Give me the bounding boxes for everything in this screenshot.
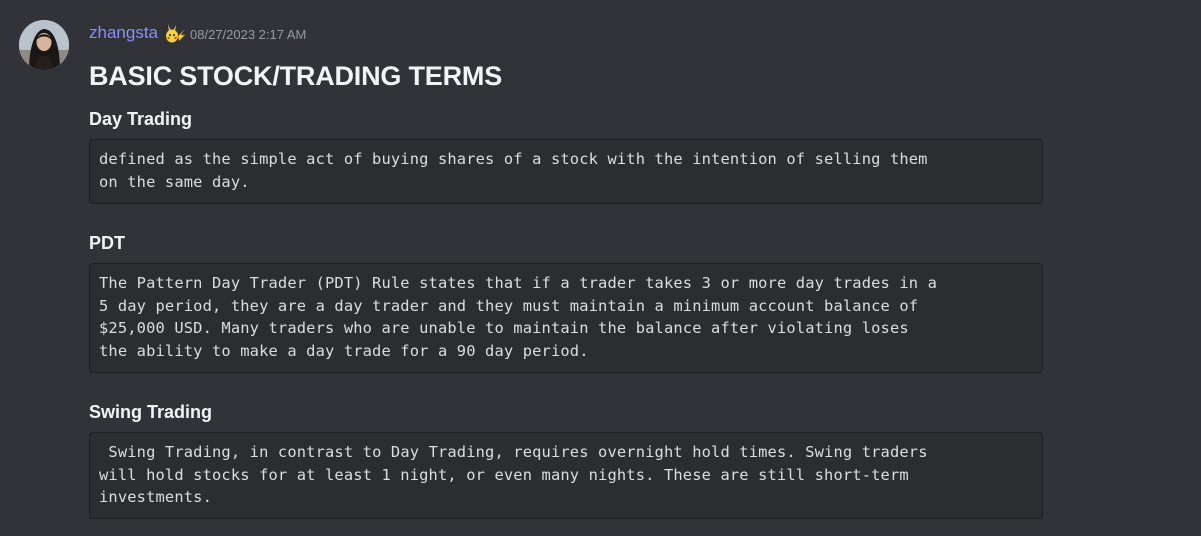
term-title-swing-trading: Swing Trading	[89, 402, 213, 422]
code-block-day-trading: defined as the simple act of buying shar…	[89, 139, 1043, 204]
username[interactable]: zhangsta	[89, 22, 158, 44]
term-title-day-trading: Day Trading	[89, 109, 193, 129]
message-heading: BASIC STOCK/TRADING TERMS	[89, 61, 503, 91]
code-block-pdt: The Pattern Day Trader (PDT) Rule states…	[89, 263, 1043, 373]
message-header: zhangsta 08/27/2023 2:17 AM	[89, 21, 306, 45]
pikachu-badge-icon	[162, 22, 186, 44]
term-title-pdt: PDT	[89, 233, 125, 253]
message-timestamp[interactable]: 08/27/2023 2:17 AM	[190, 27, 306, 42]
avatar[interactable]	[19, 20, 69, 70]
message-content: BASIC STOCK/TRADING TERMS Day Trading de…	[89, 55, 1043, 519]
chat-message: zhangsta 08/27/2023 2:17 AM BASIC STOCK/…	[0, 0, 1201, 536]
code-block-swing-trading: Swing Trading, in contrast to Day Tradin…	[89, 432, 1043, 519]
avatar-image	[19, 20, 69, 70]
